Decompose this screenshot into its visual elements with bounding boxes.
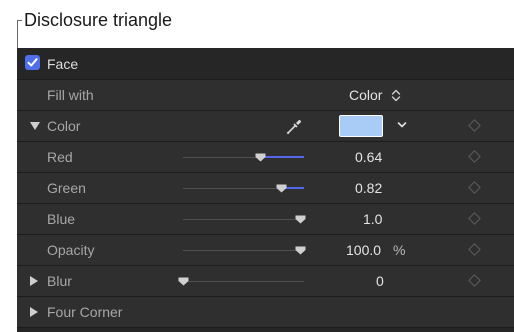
red-label: Red — [47, 149, 73, 165]
blue-slider-thumb[interactable] — [295, 215, 306, 224]
blue-label: Blue — [47, 211, 76, 227]
green-slider-thumb[interactable] — [276, 184, 287, 193]
callout-label: Disclosure triangle — [24, 10, 173, 30]
fill-with-value[interactable]: Color — [349, 87, 382, 103]
blur-row: Blur 0 — [17, 265, 514, 296]
opacity-row: Opacity 100.0 % — [17, 234, 514, 265]
keyframe-button[interactable] — [468, 243, 481, 256]
blur-slider-track[interactable] — [183, 281, 304, 282]
disclosure-triangle-down-icon[interactable] — [30, 122, 40, 130]
red-row: Red 0.64 — [17, 141, 514, 172]
color-label: Color — [47, 118, 81, 134]
face-label: Face — [47, 55, 79, 72]
opacity-unit: % — [393, 242, 406, 258]
fill-with-row: Fill with Color — [17, 79, 514, 110]
keyframe-button[interactable] — [468, 119, 481, 132]
blur-value[interactable]: 0 — [376, 273, 384, 289]
blue-slider-track[interactable] — [183, 219, 304, 220]
green-value[interactable]: 0.82 — [355, 180, 382, 196]
blur-slider-thumb[interactable] — [178, 277, 189, 286]
red-slider-fill — [261, 156, 304, 158]
four-corner-label: Four Corner — [47, 304, 123, 320]
opacity-value[interactable]: 100.0 — [346, 242, 381, 258]
chevron-down-icon[interactable] — [397, 121, 407, 129]
red-value[interactable]: 0.64 — [355, 149, 382, 165]
checkmark-icon — [27, 58, 38, 67]
opacity-slider-thumb[interactable] — [295, 246, 306, 255]
keyframe-button[interactable] — [468, 212, 481, 225]
face-checkbox[interactable] — [25, 55, 40, 70]
inspector-panel: Face Fill with Color Color Red 0.64 Gree… — [17, 48, 514, 332]
green-label: Green — [47, 180, 86, 196]
color-row: Color — [17, 110, 514, 141]
panel-bottom-edge — [17, 327, 514, 332]
fill-with-label: Fill with — [47, 87, 94, 103]
blue-row: Blue 1.0 — [17, 203, 514, 234]
eyedropper-icon[interactable] — [285, 118, 303, 136]
red-slider-thumb[interactable] — [255, 153, 266, 162]
up-down-arrows-icon[interactable] — [391, 89, 401, 102]
blur-label: Blur — [47, 273, 72, 289]
opacity-label: Opacity — [47, 242, 95, 258]
face-row: Face — [17, 48, 514, 79]
disclosure-triangle-right-icon[interactable] — [30, 276, 38, 286]
keyframe-button[interactable] — [468, 181, 481, 194]
green-row: Green 0.82 — [17, 172, 514, 203]
disclosure-triangle-right-icon[interactable] — [30, 307, 38, 317]
keyframe-button[interactable] — [468, 150, 481, 163]
keyframe-button[interactable] — [468, 274, 481, 287]
four-corner-row: Four Corner — [17, 296, 514, 327]
color-swatch[interactable] — [339, 115, 383, 137]
blue-value[interactable]: 1.0 — [363, 211, 382, 227]
opacity-slider-track[interactable] — [183, 250, 304, 251]
